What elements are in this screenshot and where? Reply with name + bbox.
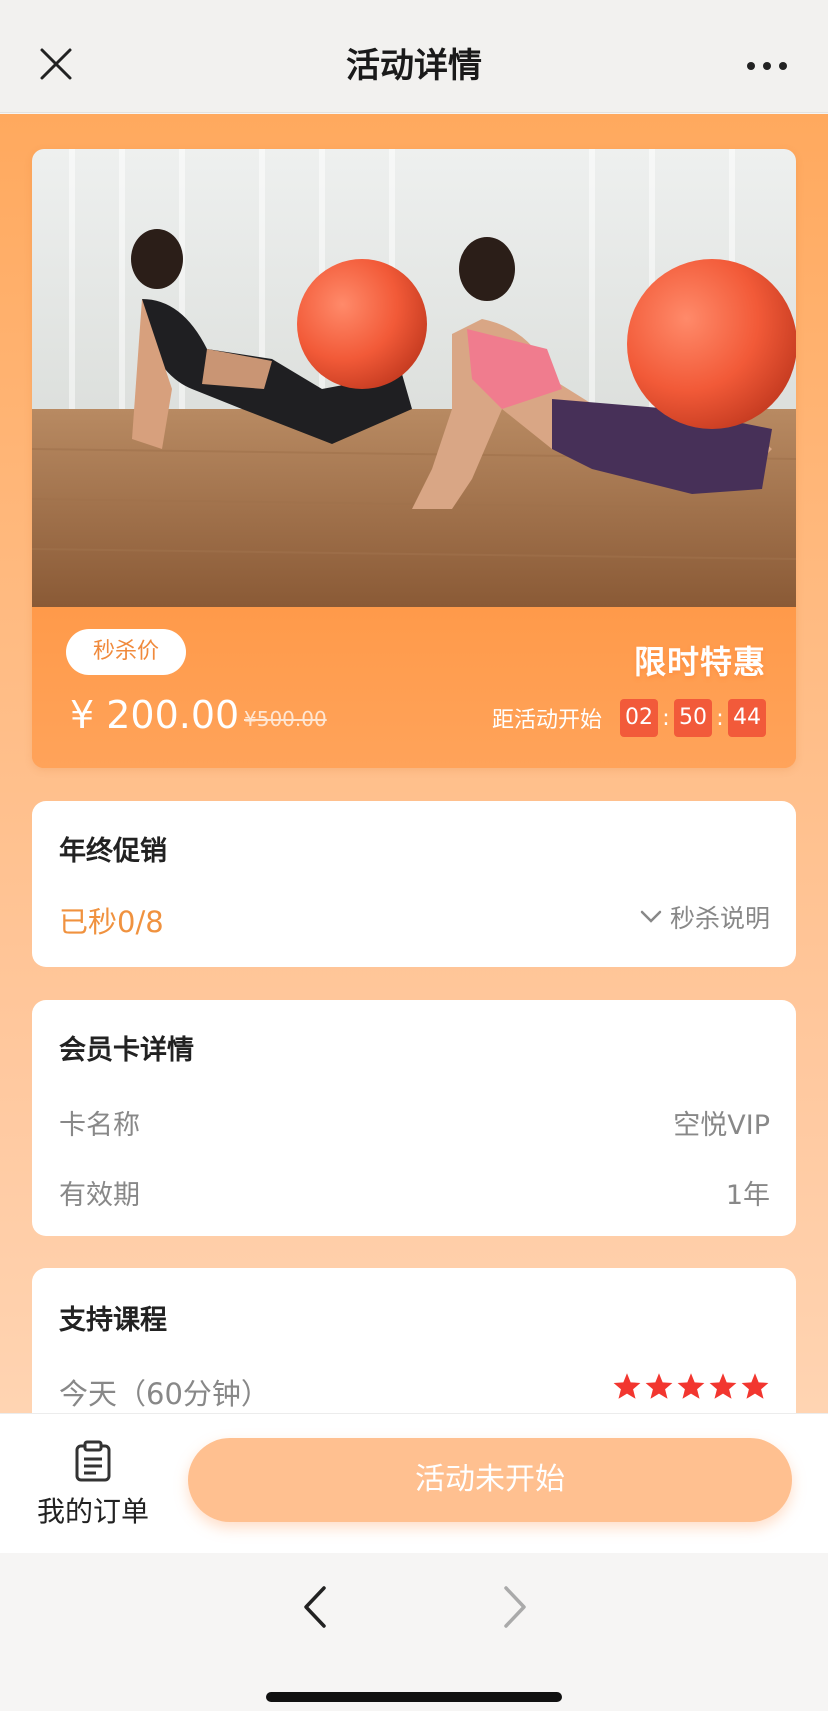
validity-value: 1年 [725, 1179, 770, 1211]
page-title: 活动详情 [346, 46, 482, 86]
clipboard-icon [75, 1440, 111, 1482]
courses-title: 支持课程 [59, 1305, 167, 1336]
star-icon [709, 1373, 737, 1399]
star-icon [677, 1373, 705, 1399]
sale-price: ¥ 200.00 [70, 693, 240, 737]
hero-card: 秒杀价 限时特惠 ¥ 200.00 ¥500.00 距活动开始 02 : 50 … [32, 149, 796, 768]
flash-sale-rules-toggle[interactable]: 秒杀说明 [640, 899, 770, 935]
page-content[interactable]: 秒杀价 限时特惠 ¥ 200.00 ¥500.00 距活动开始 02 : 50 … [0, 114, 828, 1414]
countdown-minutes: 50 [674, 699, 712, 737]
supported-courses-card: 支持课程 今天（60分钟） [32, 1268, 796, 1414]
promo-card: 年终促销 已秒0/8 秒杀说明 [32, 801, 796, 967]
my-orders-label: 我的订单 [36, 1495, 149, 1528]
action-bar: 我的订单 活动未开始 [0, 1413, 828, 1553]
sold-count: 已秒0/8 [59, 905, 164, 939]
course-rating [612, 1372, 770, 1400]
back-arrow-icon[interactable] [300, 1584, 330, 1630]
card-details-title: 会员卡详情 [59, 1035, 194, 1066]
star-icon [645, 1373, 673, 1399]
star-icon [613, 1373, 641, 1399]
validity-row: 有效期 1年 [59, 1172, 770, 1212]
countdown-hours: 02 [620, 699, 658, 737]
countdown-separator: : [716, 705, 724, 731]
countdown-label: 距活动开始 [491, 708, 602, 733]
validity-label: 有效期 [59, 1179, 140, 1211]
forward-arrow-icon[interactable] [500, 1584, 530, 1630]
limited-offer-label: 限时特惠 [633, 643, 766, 681]
promo-title: 年终促销 [59, 836, 167, 867]
countdown: 距活动开始 02 : 50 : 44 [492, 699, 766, 737]
course-name: 今天（60分钟） [59, 1377, 270, 1411]
star-icon [741, 1373, 769, 1399]
more-icon[interactable] [746, 52, 788, 80]
card-name-value: 空悦VIP [673, 1109, 770, 1141]
yoga-ball-photo [32, 149, 796, 607]
my-orders-button[interactable]: 我的订单 [28, 1440, 158, 1530]
activity-not-started-button[interactable]: 活动未开始 [188, 1438, 792, 1522]
top-bar: 活动详情 [0, 0, 828, 113]
card-name-row: 卡名称 空悦VIP [59, 1102, 770, 1142]
home-indicator[interactable] [266, 1692, 562, 1702]
card-name-label: 卡名称 [59, 1109, 140, 1141]
browser-nav-bar [0, 1554, 828, 1711]
countdown-seconds: 44 [728, 699, 766, 737]
original-price: ¥500.00 [244, 707, 327, 731]
sale-price-tag: 秒杀价 [66, 629, 186, 675]
price-band: 秒杀价 限时特惠 ¥ 200.00 ¥500.00 距活动开始 02 : 50 … [32, 607, 796, 768]
chevron-down-icon [640, 910, 662, 923]
countdown-separator: : [662, 705, 670, 731]
rules-label: 秒杀说明 [669, 904, 770, 933]
